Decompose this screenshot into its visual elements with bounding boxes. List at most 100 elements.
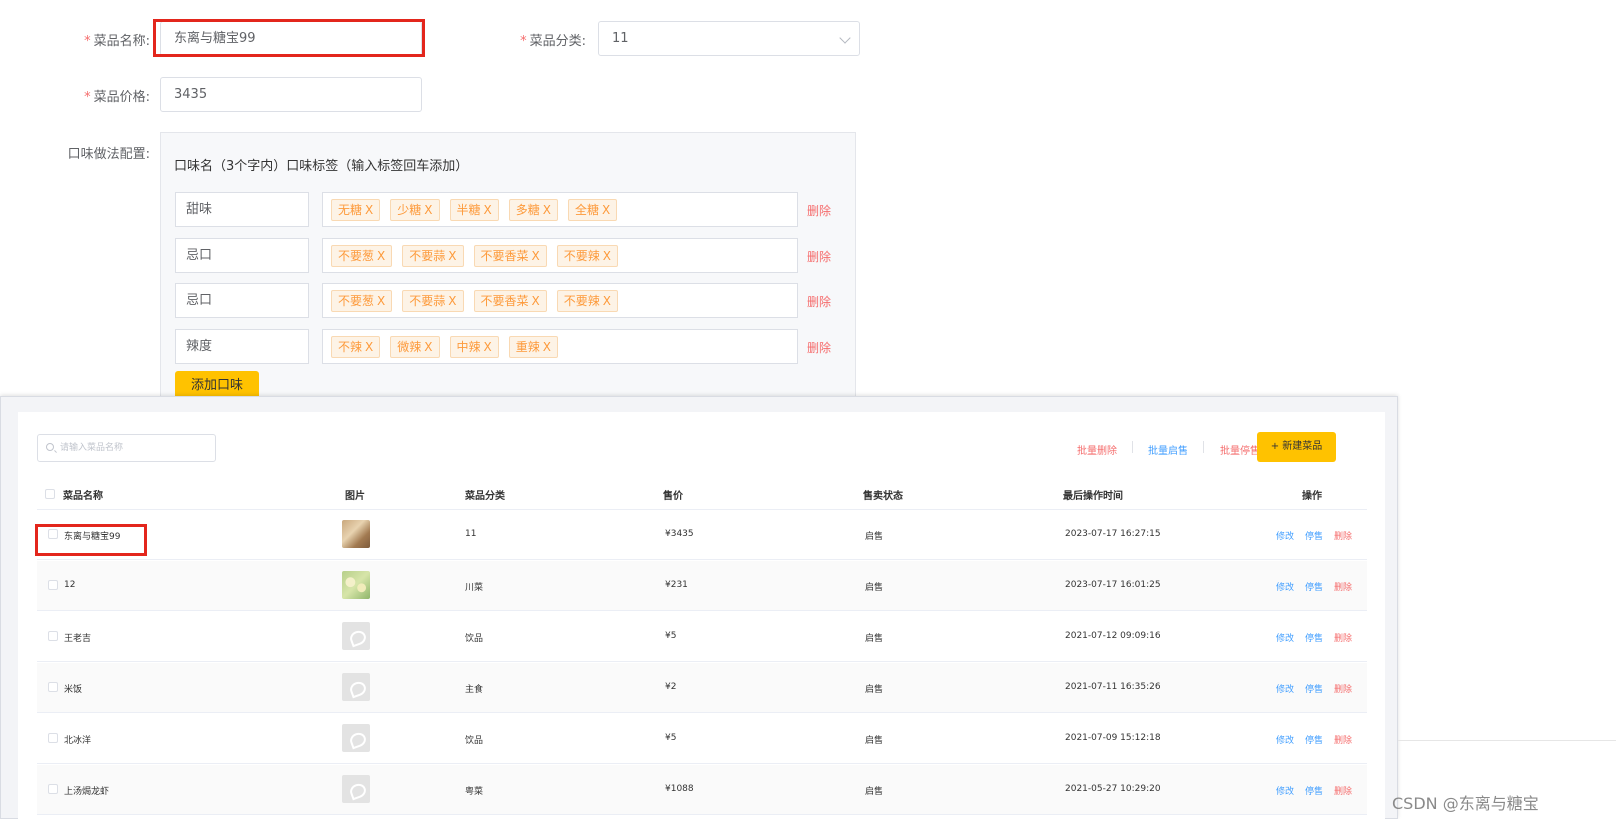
close-icon[interactable]: X xyxy=(377,294,385,308)
flavor-tag[interactable]: 不要葱 X xyxy=(331,244,393,267)
flavor-name-input[interactable]: 忌口 xyxy=(175,238,309,273)
flavor-tag[interactable]: 不要香菜 X xyxy=(473,244,547,267)
stop-sale-link[interactable]: 停售 xyxy=(1305,580,1323,593)
flavor-tag[interactable]: 无糖 X xyxy=(331,198,381,221)
flavor-tags-input[interactable]: 无糖 X 少糖 X 半糖 X 多糖 X 全糖 X xyxy=(322,192,798,227)
table-row: 12 川菜 ¥231 启售 2023-07-17 16:01:25 修改 停售 … xyxy=(37,561,1367,611)
flavor-delete-link[interactable]: 删除 xyxy=(807,202,831,219)
close-icon[interactable]: X xyxy=(484,340,492,354)
table-row: 米饭 主食 ¥2 启售 2021-07-11 16:35:26 修改 停售 删除 xyxy=(37,663,1367,713)
flavor-tag[interactable]: 半糖 X xyxy=(449,198,499,221)
flavor-tag[interactable]: 不要蒜 X xyxy=(402,244,464,267)
flavor-tag[interactable]: 微辣 X xyxy=(390,335,440,358)
category-select[interactable]: 11 xyxy=(598,21,860,56)
flavor-tag-label: 不要辣 xyxy=(563,293,600,308)
delete-link[interactable]: 删除 xyxy=(1334,529,1352,542)
dish-name-cell: 北冰洋 xyxy=(64,736,92,746)
select-all-checkbox[interactable] xyxy=(45,489,55,499)
flavor-tag[interactable]: 不要葱 X xyxy=(331,289,393,312)
close-icon[interactable]: X xyxy=(448,294,456,308)
close-icon[interactable]: X xyxy=(543,203,551,217)
row-checkbox[interactable] xyxy=(48,682,58,692)
close-icon[interactable]: X xyxy=(532,294,540,308)
row-checkbox[interactable] xyxy=(48,580,58,590)
stop-sale-link[interactable]: 停售 xyxy=(1305,529,1323,542)
close-icon[interactable]: X xyxy=(543,340,551,354)
close-icon[interactable]: X xyxy=(603,294,611,308)
close-icon[interactable]: X xyxy=(424,203,432,217)
edit-link[interactable]: 修改 xyxy=(1276,529,1294,542)
flavor-tag[interactable]: 不要辣 X xyxy=(556,289,618,312)
dish-name-cell: 王老吉 xyxy=(64,634,92,644)
flavor-delete-link[interactable]: 删除 xyxy=(807,339,831,356)
flavor-tag-label: 不要葱 xyxy=(338,293,375,308)
batch-stop-link[interactable]: 批量停售 xyxy=(1220,442,1260,457)
flavor-tag-label: 不辣 xyxy=(338,339,363,354)
row-checkbox[interactable] xyxy=(48,784,58,794)
delete-link[interactable]: 删除 xyxy=(1334,784,1352,797)
divider xyxy=(1203,441,1204,453)
flavor-name-input[interactable]: 甜味 xyxy=(175,192,309,227)
edit-link[interactable]: 修改 xyxy=(1276,682,1294,695)
flavor-tag[interactable]: 不要蒜 X xyxy=(402,289,464,312)
close-icon[interactable]: X xyxy=(603,249,611,263)
flavor-tag[interactable]: 中辣 X xyxy=(449,335,499,358)
delete-link[interactable]: 删除 xyxy=(1334,733,1352,746)
close-icon[interactable]: X xyxy=(365,203,373,217)
watermark: CSDN @东离与糖宝 xyxy=(1392,794,1539,813)
time-cell: 2023-07-17 16:27:15 xyxy=(1065,529,1161,539)
flavor-tag[interactable]: 不要辣 X xyxy=(556,244,618,267)
close-icon[interactable]: X xyxy=(484,203,492,217)
close-icon[interactable]: X xyxy=(532,249,540,263)
close-icon[interactable]: X xyxy=(602,203,610,217)
dish-name-cell: 米饭 xyxy=(64,685,83,695)
new-dish-button[interactable]: + 新建菜品 xyxy=(1257,432,1336,462)
category-cell: 11 xyxy=(465,529,477,539)
search-input[interactable]: 请输入菜品名称 xyxy=(37,434,216,462)
stop-sale-link[interactable]: 停售 xyxy=(1305,682,1323,695)
delete-link[interactable]: 删除 xyxy=(1334,580,1352,593)
batch-delete-link[interactable]: 批量删除 xyxy=(1077,442,1117,457)
flavor-tag[interactable]: 多糖 X xyxy=(508,198,558,221)
edit-link[interactable]: 修改 xyxy=(1276,631,1294,644)
close-icon[interactable]: X xyxy=(377,249,385,263)
edit-link[interactable]: 修改 xyxy=(1276,784,1294,797)
flavor-tags-input[interactable]: 不要葱 X 不要蒜 X 不要香菜 X 不要辣 X xyxy=(322,238,798,273)
flavor-config-label: 口味做法配置: xyxy=(67,147,150,162)
edit-link[interactable]: 修改 xyxy=(1276,580,1294,593)
row-checkbox[interactable] xyxy=(48,631,58,641)
price-cell: ¥2 xyxy=(665,682,677,692)
category-label: * 菜品分类: xyxy=(466,30,586,49)
close-icon[interactable]: X xyxy=(424,340,432,354)
stop-sale-link[interactable]: 停售 xyxy=(1305,733,1323,746)
flavor-delete-link[interactable]: 删除 xyxy=(807,248,831,265)
dish-name-cell: 上汤焗龙虾 xyxy=(64,787,110,797)
price-input[interactable]: 3435 xyxy=(160,77,422,112)
flavor-tag[interactable]: 全糖 X xyxy=(568,198,618,221)
edit-link[interactable]: 修改 xyxy=(1276,733,1294,746)
flavor-tag[interactable]: 重辣 X xyxy=(508,335,558,358)
flavor-delete-link[interactable]: 删除 xyxy=(807,293,831,310)
flavor-tag[interactable]: 少糖 X xyxy=(390,198,440,221)
chevron-down-icon xyxy=(839,32,851,44)
flavor-name-input[interactable]: 忌口 xyxy=(175,283,309,318)
stop-sale-link[interactable]: 停售 xyxy=(1305,631,1323,644)
delete-link[interactable]: 删除 xyxy=(1334,682,1352,695)
delete-link[interactable]: 删除 xyxy=(1334,631,1352,644)
price-cell: ¥5 xyxy=(665,733,677,743)
flavor-tag-label: 多糖 xyxy=(515,202,540,217)
required-mark: * xyxy=(84,90,91,105)
dish-name-label: * 菜品名称: xyxy=(30,30,150,49)
batch-start-link[interactable]: 批量启售 xyxy=(1148,442,1188,457)
close-icon[interactable]: X xyxy=(448,249,456,263)
close-icon[interactable]: X xyxy=(365,340,373,354)
flavor-tags-input[interactable]: 不辣 X 微辣 X 中辣 X 重辣 X xyxy=(322,329,798,364)
flavor-tag[interactable]: 不辣 X xyxy=(331,335,381,358)
stop-sale-link[interactable]: 停售 xyxy=(1305,784,1323,797)
flavor-tag[interactable]: 不要香菜 X xyxy=(473,289,547,312)
row-checkbox[interactable] xyxy=(48,733,58,743)
flavor-tags-input[interactable]: 不要葱 X 不要蒜 X 不要香菜 X 不要辣 X xyxy=(322,283,798,318)
required-mark: * xyxy=(84,34,91,49)
flavor-name-input[interactable]: 辣度 xyxy=(175,329,309,364)
status-cell: 启售 xyxy=(865,634,884,644)
